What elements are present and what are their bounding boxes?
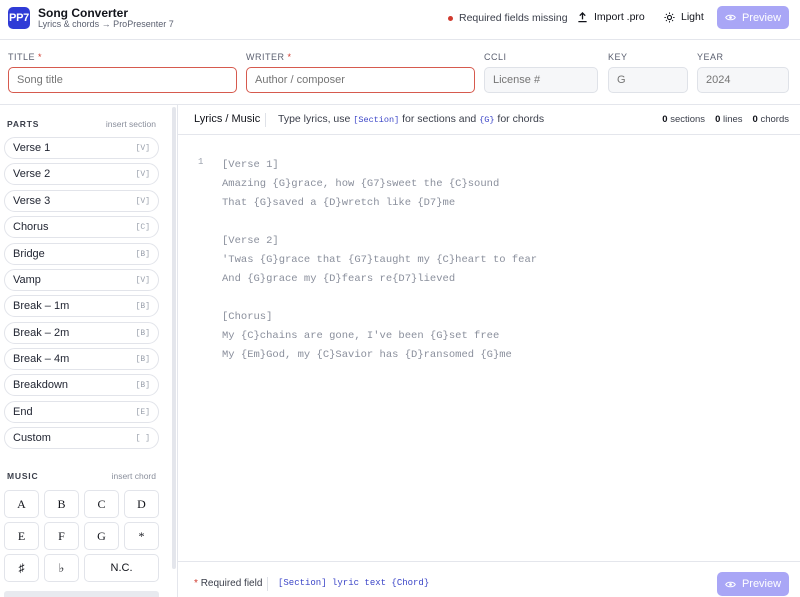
part-vamp[interactable]: Vamp [V] — [4, 269, 159, 291]
sun-icon — [664, 11, 675, 23]
part-chorus[interactable]: Chorus [C] — [4, 216, 159, 238]
title-label: TITLE * — [8, 52, 43, 62]
app-header: PP7 Song Converter Lyrics & chords → Pro… — [0, 0, 800, 40]
eye-icon — [725, 581, 736, 587]
import-button[interactable]: Import .pro — [577, 11, 645, 23]
chord-key-f[interactable]: F — [44, 522, 79, 550]
status-dot-icon — [448, 15, 453, 21]
preview-button-top[interactable]: Preview — [717, 6, 789, 29]
editor-tabbar: Lyrics / Music Type lyrics, use [Section… — [178, 105, 800, 135]
part-end[interactable]: End [E] — [4, 401, 159, 423]
tab-divider — [265, 113, 266, 127]
validation-status-text: Required fields missing — [459, 12, 568, 24]
part-verse-1[interactable]: Verse 1 [V] — [4, 137, 159, 159]
part-verse-2[interactable]: Verse 2 [V] — [4, 163, 159, 185]
editor-footer: * Required field [Section] lyric text {C… — [178, 561, 800, 597]
title-input[interactable] — [8, 67, 237, 93]
sidebar-scrollbar[interactable] — [172, 107, 176, 569]
chord-key-e[interactable]: E — [4, 522, 39, 550]
chords-count: 0 chords — [752, 114, 789, 125]
part-break-2m[interactable]: Break – 2m [B] — [4, 322, 159, 344]
syntax-hint: [Section] lyric text {Chord} — [278, 578, 430, 588]
chord-key-c[interactable]: C — [84, 490, 119, 518]
validation-status: Required fields missing — [448, 12, 568, 24]
chord-key-g[interactable]: G — [84, 522, 119, 550]
import-button-label: Import .pro — [594, 11, 645, 23]
sections-count: 0 sections — [662, 114, 706, 125]
lines-count: 0 lines — [715, 114, 743, 125]
tab-lyrics-music[interactable]: Lyrics / Music — [194, 113, 260, 125]
writer-input[interactable] — [246, 67, 475, 93]
ccli-label: CCLI — [484, 52, 507, 62]
sidebar: PARTS insert section Verse 1 [V] Verse 2[… — [0, 105, 178, 597]
key-input[interactable] — [608, 67, 688, 93]
music-hint: insert chord — [111, 471, 156, 481]
footer-divider — [267, 577, 268, 591]
chord-key-sharp[interactable]: ♯ — [4, 554, 39, 582]
chord-key-b[interactable]: B — [44, 490, 79, 518]
chord-key-d[interactable]: D — [124, 490, 159, 518]
ccli-input[interactable] — [484, 67, 598, 93]
chord-key-star[interactable]: * — [124, 522, 159, 550]
app-title: Song Converter — [38, 6, 129, 20]
year-label: YEAR — [697, 52, 724, 62]
chord-key-flat[interactable]: ♭ — [44, 554, 79, 582]
writer-label: WRITER * — [246, 52, 292, 62]
sidebar-bottom-edge — [4, 591, 159, 597]
editor-stats: 0 sections 0 lines 0 chords — [662, 114, 789, 125]
lyrics-editor-placeholder[interactable]: [Verse 1] Amazing {G}grace, how {G7}swee… — [222, 156, 537, 365]
part-breakdown[interactable]: Breakdown [B] — [4, 374, 159, 396]
part-break-4m[interactable]: Break – 4m [B] — [4, 348, 159, 370]
theme-toggle-label: Light — [681, 11, 704, 23]
editor-hint: Type lyrics, use [Section] for sections … — [278, 113, 545, 125]
preview-button-label: Preview — [741, 578, 782, 590]
parts-hint: insert section — [105, 119, 156, 129]
app-subtitle: Lyrics & chords → ProPresenter 7 — [38, 19, 174, 29]
app-logo: PP7 — [8, 7, 30, 29]
preview-button-bottom[interactable]: Preview — [717, 572, 789, 596]
part-bridge[interactable]: Bridge [B] — [4, 243, 159, 265]
preview-button-label: Preview — [741, 11, 782, 24]
chord-key-a[interactable]: A — [4, 490, 39, 518]
required-field-note: * Required field — [194, 578, 263, 589]
music-heading: MUSIC — [7, 471, 39, 481]
year-input[interactable] — [697, 67, 789, 93]
line-number: 1 — [198, 157, 204, 167]
eye-icon — [725, 14, 736, 21]
part-custom[interactable]: Custom[ ] — [4, 427, 159, 449]
chord-key-no-chord[interactable]: N.C. — [84, 554, 159, 582]
part-break-1m[interactable]: Break – 1m [B] — [4, 295, 159, 317]
theme-toggle-button[interactable]: Light — [664, 11, 704, 23]
parts-heading: PARTS — [7, 119, 40, 129]
key-label: KEY — [608, 52, 628, 62]
part-verse-3[interactable]: Verse 3 [V] — [4, 190, 159, 212]
upload-icon — [578, 11, 587, 22]
